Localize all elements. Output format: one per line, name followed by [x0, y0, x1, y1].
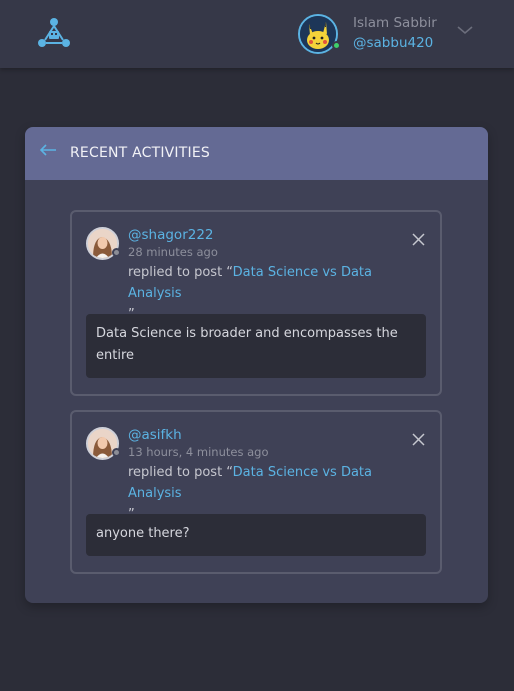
close-icon[interactable] [412, 433, 425, 446]
panel-title: RECENT ACTIVITIES [70, 145, 210, 161]
reply-preview[interactable]: anyone there? [86, 514, 426, 556]
action-prefix: replied to post “ [128, 265, 233, 280]
user-name[interactable]: Islam Sabbir [353, 15, 437, 31]
close-icon[interactable] [412, 233, 425, 246]
activity-time: 28 minutes ago [128, 245, 218, 259]
chevron-down-icon[interactable] [456, 24, 474, 36]
offline-status-dot [112, 448, 121, 457]
arrow-left-icon[interactable] [39, 143, 57, 157]
action-prefix: replied to post “ [128, 465, 233, 480]
online-status-dot [332, 41, 341, 50]
reply-preview[interactable]: Data Science is broader and encompasses … [86, 314, 426, 378]
top-navbar: Islam Sabbir @sabbu420 [0, 0, 514, 68]
activity-card: @shagor222 28 minutes ago replied to pos… [70, 210, 442, 396]
user-handle[interactable]: @sabbu420 [353, 35, 433, 51]
recent-activities-panel: RECENT ACTIVITIES @shagor222 28 minutes … [25, 127, 488, 603]
user-handle-link[interactable]: @shagor222 [128, 227, 214, 243]
activity-time: 13 hours, 4 minutes ago [128, 445, 269, 459]
panel-header: RECENT ACTIVITIES [25, 127, 488, 180]
network-logo-icon[interactable] [36, 16, 72, 50]
offline-status-dot [112, 248, 121, 257]
pikachu-avatar-icon [300, 16, 336, 52]
activity-card: @asifkh 13 hours, 4 minutes ago replied … [70, 410, 442, 574]
user-handle-link[interactable]: @asifkh [128, 427, 182, 443]
